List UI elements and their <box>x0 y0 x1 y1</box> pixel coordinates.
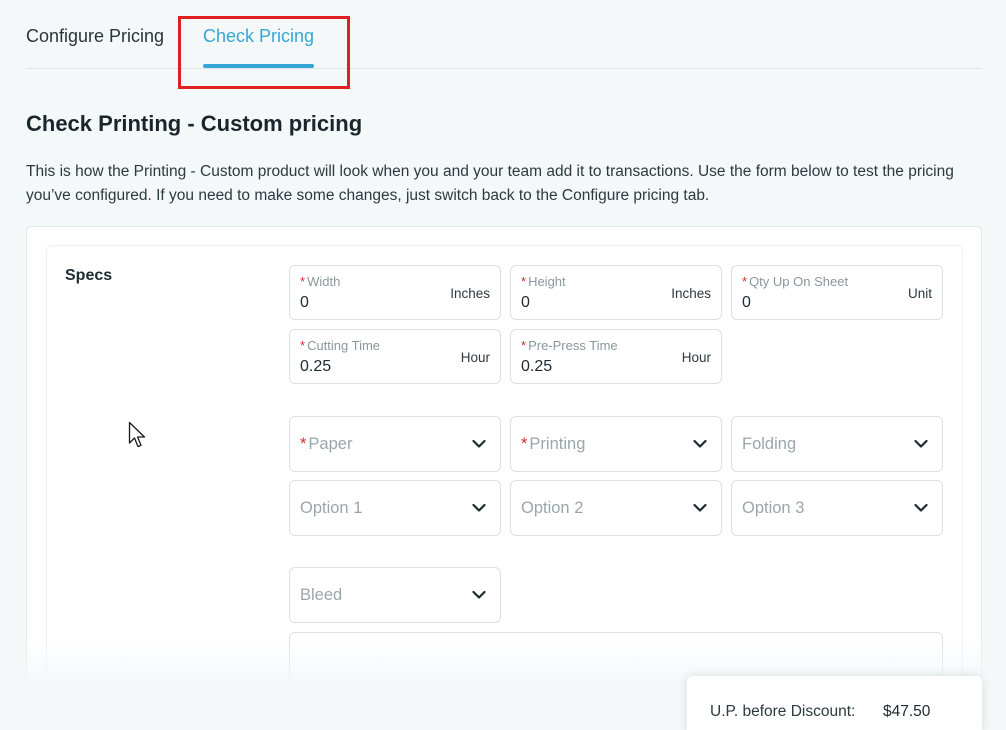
chevron-down-icon <box>693 439 707 448</box>
chevron-down-icon <box>693 503 707 512</box>
printing-select[interactable]: * Printing <box>510 416 722 472</box>
qty-up-on-sheet-unit: Unit <box>907 286 932 301</box>
pre-press-time-unit: Hour <box>681 350 711 365</box>
pre-press-time-field[interactable]: * Pre-Press Time 0.25 Hour <box>510 329 722 384</box>
paper-select[interactable]: * Paper <box>289 416 501 472</box>
required-marker: * <box>521 274 527 289</box>
height-unit: Inches <box>671 286 711 301</box>
pre-press-time-label: * Pre-Press Time <box>521 338 618 353</box>
option-1-placeholder: Option 1 <box>300 499 363 517</box>
cutting-time-field[interactable]: * Cutting Time 0.25 Hour <box>289 329 501 384</box>
page-description: This is how the Printing - Custom produc… <box>26 163 954 204</box>
required-marker: * <box>300 338 306 353</box>
page-title: Check Printing - Custom pricing <box>26 111 363 136</box>
paper-placeholder: * Paper <box>300 435 353 453</box>
required-marker: * <box>521 338 527 353</box>
bleed-select[interactable]: Bleed <box>289 567 501 623</box>
chevron-down-icon <box>472 503 486 512</box>
specs-heading: Specs <box>65 267 113 284</box>
tab-configure-pricing[interactable]: Configure Pricing <box>26 26 164 47</box>
pre-press-time-value: 0.25 <box>521 358 553 375</box>
option-2-placeholder: Option 2 <box>521 499 584 517</box>
height-label: * Height <box>521 274 566 289</box>
width-value: 0 <box>300 294 309 311</box>
folding-select[interactable]: Folding <box>731 416 943 472</box>
unit-price-label: U.P. before Discount: <box>710 703 856 720</box>
qty-up-on-sheet-value: 0 <box>742 294 751 311</box>
cutting-time-unit: Hour <box>460 350 490 365</box>
required-marker: * <box>521 435 528 453</box>
folding-placeholder: Folding <box>742 435 797 453</box>
mouse-pointer-icon <box>128 421 146 448</box>
annotation-highlight-box <box>178 16 350 89</box>
option-2-select[interactable]: Option 2 <box>510 480 722 536</box>
bleed-placeholder: Bleed <box>300 586 343 604</box>
chevron-down-icon <box>914 439 928 448</box>
cutting-time-value: 0.25 <box>300 358 332 375</box>
height-value: 0 <box>521 294 530 311</box>
option-3-select[interactable]: Option 3 <box>731 480 943 536</box>
printing-placeholder: * Printing <box>521 435 586 453</box>
chevron-down-icon <box>914 503 928 512</box>
width-unit: Inches <box>450 286 490 301</box>
required-marker: * <box>742 274 748 289</box>
height-field[interactable]: * Height 0 Inches <box>510 265 722 320</box>
qty-up-on-sheet-field[interactable]: * Qty Up On Sheet 0 Unit <box>731 265 943 320</box>
price-summary-panel: U.P. before Discount: $47.50 <box>687 676 982 730</box>
qty-up-on-sheet-label: * Qty Up On Sheet <box>742 274 849 289</box>
option-3-placeholder: Option 3 <box>742 499 805 517</box>
chevron-down-icon <box>472 439 486 448</box>
tab-bar: Configure Pricing Check Pricing <box>26 0 982 69</box>
unit-price-value: $47.50 <box>883 703 931 720</box>
width-label: * Width <box>300 274 341 289</box>
required-marker: * <box>300 435 307 453</box>
width-field[interactable]: * Width 0 Inches <box>289 265 501 320</box>
option-1-select[interactable]: Option 1 <box>289 480 501 536</box>
required-marker: * <box>300 274 306 289</box>
cutting-time-label: * Cutting Time <box>300 338 381 353</box>
chevron-down-icon <box>472 590 486 599</box>
